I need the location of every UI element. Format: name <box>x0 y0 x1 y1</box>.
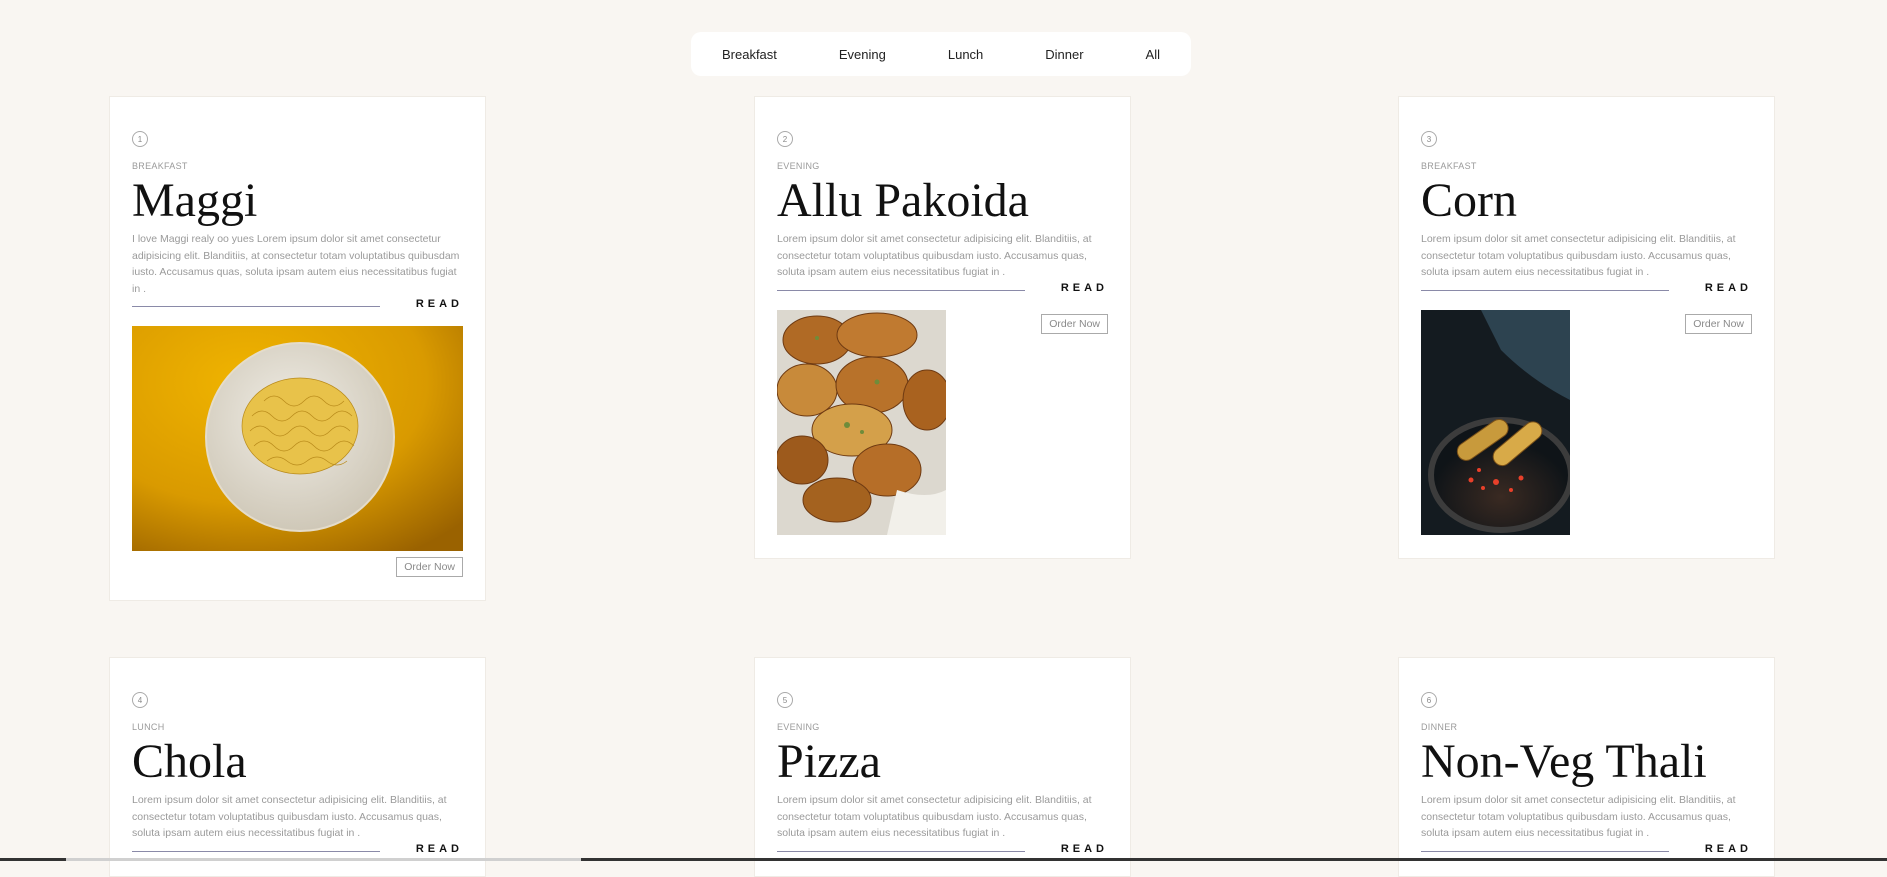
card-category: BREAKFAST <box>1421 161 1477 171</box>
read-link[interactable]: READ <box>416 843 463 855</box>
order-now-button[interactable]: Order Now <box>1685 314 1752 334</box>
divider <box>777 290 1025 291</box>
filter-evening[interactable]: Evening <box>839 47 886 62</box>
card-category: LUNCH <box>132 722 165 732</box>
divider <box>1421 290 1669 291</box>
card-category: EVENING <box>777 722 820 732</box>
filter-all[interactable]: All <box>1146 47 1160 62</box>
filter-dinner[interactable]: Dinner <box>1045 47 1083 62</box>
category-filter-bar: Breakfast Evening Lunch Dinner All <box>691 32 1191 76</box>
card-title: Allu Pakoida <box>777 174 1029 227</box>
card-number: 4 <box>132 692 148 708</box>
divider <box>132 306 380 307</box>
menu-card: 3 BREAKFAST Corn Lorem ipsum dolor sit a… <box>1398 96 1775 559</box>
card-category: DINNER <box>1421 722 1458 732</box>
card-category: EVENING <box>777 161 820 171</box>
menu-card: 1 BREAKFAST Maggi I love Maggi realy oo … <box>109 96 486 601</box>
maggi-photo <box>132 326 463 551</box>
card-number: 1 <box>132 131 148 147</box>
card-description: Lorem ipsum dolor sit amet consectetur a… <box>1421 233 1736 278</box>
card-number: 6 <box>1421 692 1437 708</box>
read-link[interactable]: READ <box>1061 843 1108 855</box>
card-title: Maggi <box>132 174 258 227</box>
filter-breakfast[interactable]: Breakfast <box>722 47 777 62</box>
read-link[interactable]: READ <box>1061 282 1108 294</box>
menu-card: 5 EVENING Pizza Lorem ipsum dolor sit am… <box>754 657 1131 877</box>
card-description: Lorem ipsum dolor sit amet consectetur a… <box>1421 794 1736 839</box>
corn-photo <box>1421 310 1570 535</box>
card-title: Chola <box>132 735 247 788</box>
divider <box>1421 851 1669 852</box>
filter-lunch[interactable]: Lunch <box>948 47 983 62</box>
pakoda-photo <box>777 310 946 535</box>
card-number: 3 <box>1421 131 1437 147</box>
card-title: Corn <box>1421 174 1517 227</box>
read-link[interactable]: READ <box>1705 282 1752 294</box>
divider <box>132 851 380 852</box>
order-now-button[interactable]: Order Now <box>1041 314 1108 334</box>
card-title: Non-Veg Thali <box>1421 735 1707 788</box>
read-link[interactable]: READ <box>1705 843 1752 855</box>
card-number: 2 <box>777 131 793 147</box>
menu-card: 2 EVENING Allu Pakoida Lorem ipsum dolor… <box>754 96 1131 559</box>
order-now-button[interactable]: Order Now <box>396 557 463 577</box>
card-description: Lorem ipsum dolor sit amet consectetur a… <box>777 794 1092 839</box>
card-title: Pizza <box>777 735 881 788</box>
card-description: Lorem ipsum dolor sit amet consectetur a… <box>132 794 447 839</box>
read-link[interactable]: READ <box>416 298 463 310</box>
menu-card: 4 LUNCH Chola Lorem ipsum dolor sit amet… <box>109 657 486 877</box>
card-category: BREAKFAST <box>132 161 188 171</box>
card-number: 5 <box>777 692 793 708</box>
card-description: I love Maggi realy oo yues Lorem ipsum d… <box>132 233 460 295</box>
card-description: Lorem ipsum dolor sit amet consectetur a… <box>777 233 1092 278</box>
menu-card: 6 DINNER Non-Veg Thali Lorem ipsum dolor… <box>1398 657 1775 877</box>
divider <box>777 851 1025 852</box>
